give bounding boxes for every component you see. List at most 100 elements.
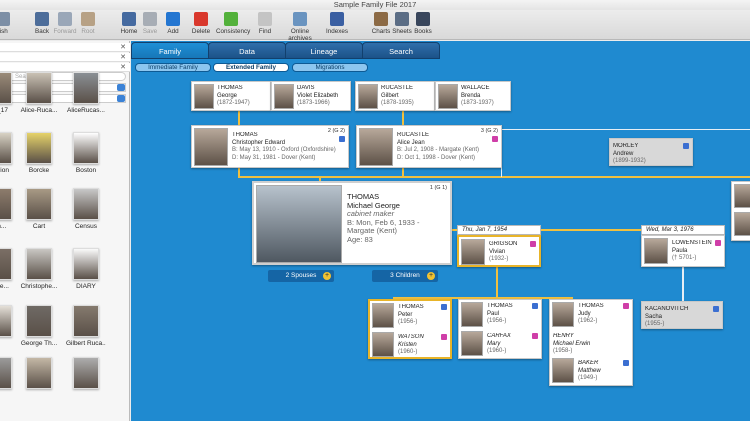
subtab-immediate-family[interactable]: Immediate Family: [135, 63, 211, 72]
media-item[interactable]: George Th...: [19, 305, 59, 347]
add-icon[interactable]: +: [323, 272, 331, 280]
person-card-lowenstein-paula[interactable]: LOWENSTEIN Paula († 5701-): [641, 235, 725, 267]
media-item[interactable]: Census: [66, 188, 106, 230]
publish-button[interactable]: lish: [0, 12, 18, 35]
media-thumbnail: [0, 132, 12, 164]
person-photo: [438, 84, 458, 109]
child-group-paul[interactable]: THOMAS Paul (1956-) CARFAX Mary (1960-): [458, 299, 542, 359]
person-card-grigson-vivian[interactable]: GRIGSON Vivian (1932-): [457, 235, 541, 267]
media-item[interactable]: 'An...: [0, 188, 19, 230]
root-icon: [81, 12, 95, 26]
indexes-button[interactable]: Indexes: [322, 12, 352, 35]
person-photo: [461, 239, 485, 265]
media-item[interactable]: Boston: [66, 132, 106, 174]
person-photo: [734, 184, 750, 208]
toolbar-label: Find: [258, 28, 272, 35]
person-card-davis-violet[interactable]: DAVIS Violet Elizabeth (1873-1966): [271, 81, 351, 111]
media-item[interactable]: ophe...: [0, 248, 19, 290]
media-item[interactable]: Alice-Ruca...: [19, 72, 59, 114]
spouses-button[interactable]: 2 Spouses +: [268, 270, 334, 282]
media-thumbnail: [73, 357, 99, 389]
tab-data[interactable]: Data: [208, 42, 286, 59]
media-label: Boston: [75, 167, 97, 174]
panel-row[interactable]: ✕: [0, 43, 130, 52]
charts-icon: [374, 12, 388, 26]
panel-row[interactable]: ✕: [0, 63, 130, 72]
media-item[interactable]: [19, 357, 59, 392]
person-card-thomas-george[interactable]: THOMAS George (1872-1947): [191, 81, 271, 111]
person-photo: [552, 302, 574, 327]
person-card-root-thomas-michael[interactable]: 1 (G 1) THOMAS Michael George cabinet ma…: [252, 181, 452, 265]
books-button[interactable]: Books: [408, 12, 438, 35]
child-group-judy[interactable]: THOMAS Judy (1962-) HENRY Michael Erwin (195…: [549, 299, 633, 386]
panel-row[interactable]: ✕: [0, 53, 130, 62]
tab-lineage[interactable]: Lineage: [285, 42, 363, 59]
chevron-down-icon[interactable]: [117, 95, 125, 102]
add-button[interactable]: Add: [158, 12, 188, 35]
sheets-icon: [395, 12, 409, 26]
subtab-migrations[interactable]: Migrations: [292, 63, 368, 72]
media-item[interactable]: Cart: [19, 188, 59, 230]
child-group-peter[interactable]: THOMAS Peter (1956-) WATSON Kristen (1960-): [368, 299, 452, 359]
marriage-date-1: Thu, Jan 7, 1954: [457, 225, 541, 235]
media-thumbnail: [26, 248, 52, 280]
male-icon: [683, 143, 689, 149]
media-thumbnail: [0, 188, 12, 220]
person-photo: [274, 84, 294, 109]
media-item[interactable]: DIARY: [66, 248, 106, 290]
female-icon: [492, 136, 498, 142]
male-icon: [532, 303, 538, 309]
online-archives-button[interactable]: Online archives: [285, 12, 315, 42]
media-item[interactable]: [0, 357, 19, 392]
close-icon[interactable]: ✕: [120, 63, 126, 72]
female-icon: [623, 303, 629, 309]
person-card-rucastle-gilbert[interactable]: RUCASTLE Gilbert (1878-1935): [355, 81, 435, 111]
person-card-kacanovitch-sacha[interactable]: KACANOVITCH Sacha (1955-): [641, 301, 723, 329]
person-photo: [372, 332, 394, 357]
media-label: ophe...: [0, 283, 9, 290]
person-card-rucastle-alice[interactable]: 3 (G 2) RUCASTLE Alice Jean B: Jul 2, 1908…: [356, 125, 502, 168]
children-button[interactable]: 3 Children +: [372, 270, 438, 282]
close-icon[interactable]: ✕: [120, 53, 126, 62]
male-icon: [623, 360, 629, 366]
person-photo: [358, 84, 378, 109]
media-item[interactable]: [0, 305, 19, 340]
media-thumbnail: [26, 132, 52, 164]
delete-button[interactable]: Delete: [186, 12, 216, 35]
media-thumbnail: [26, 357, 52, 389]
consistency-button[interactable]: Consistency: [216, 12, 250, 35]
media-label: AliceRucas...: [67, 107, 105, 114]
person-photo: [256, 185, 342, 263]
media-item[interactable]: AliceRucas...: [66, 72, 106, 114]
subtab-extended-family[interactable]: Extended Family: [213, 63, 289, 72]
find-button[interactable]: Find: [250, 12, 280, 35]
person-card-offscreen[interactable]: [731, 181, 750, 241]
media-item[interactable]: Borcke: [19, 132, 59, 174]
media-item[interactable]: Marion: [0, 132, 19, 174]
tab-search[interactable]: Search: [362, 42, 440, 59]
connector-line: [238, 110, 240, 125]
window-title: Sample Family File 2017: [333, 0, 417, 9]
toolbar-label: Back: [35, 28, 49, 35]
tab-family[interactable]: Family: [131, 42, 209, 59]
add-icon[interactable]: +: [427, 272, 435, 280]
person-card-wallace-brenda[interactable]: WALLACE Brenda (1873-1937): [435, 81, 511, 111]
publish-icon: [0, 12, 10, 26]
media-item[interactable]: Gilbert Ruca...: [66, 305, 106, 347]
books-icon: [416, 12, 430, 26]
media-item[interactable]: Christophe...: [19, 248, 59, 290]
person-photo: [644, 238, 668, 264]
close-icon[interactable]: ✕: [120, 43, 126, 52]
media-thumbnail: [26, 188, 52, 220]
toolbar-label: Online archives: [288, 28, 312, 42]
media-item[interactable]: on_17: [0, 72, 19, 114]
chevron-down-icon[interactable]: [117, 84, 125, 91]
media-thumbnail: [26, 72, 52, 104]
media-thumbnail: [26, 305, 52, 337]
toolbar-label: Delete: [191, 28, 211, 35]
person-card-thomas-christopher[interactable]: 2 (G 2) THOMAS Christopher Edward B: May 1…: [191, 125, 349, 168]
media-item[interactable]: [66, 357, 106, 392]
female-icon: [530, 241, 536, 247]
person-card-morley-andrew[interactable]: MORLEY Andrew (1899-1932): [609, 138, 693, 166]
root-button[interactable]: Root: [73, 12, 103, 35]
